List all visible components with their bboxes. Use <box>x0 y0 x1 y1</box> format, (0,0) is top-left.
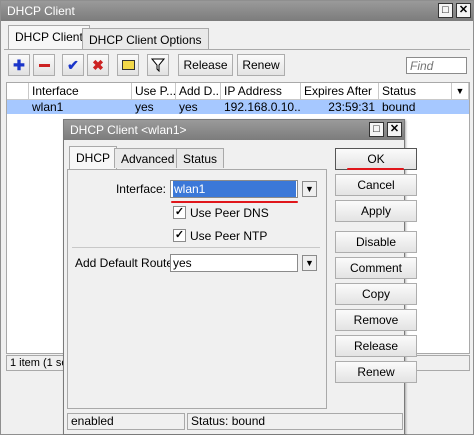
ok-button[interactable]: OK <box>335 148 417 170</box>
renew-button[interactable]: Renew <box>237 54 285 76</box>
column-header-use-peer[interactable]: Use P... <box>132 83 176 100</box>
cancel-button[interactable]: Cancel <box>335 174 417 196</box>
dhcp-client-dialog: DHCP Client <wlan1> □ ✕ DHCP Advanced St… <box>63 119 417 435</box>
window-titlebar[interactable]: DHCP Client □ ✕ <box>1 1 473 21</box>
interface-dropdown-icon[interactable]: ▼ <box>302 181 317 197</box>
annotation-underline <box>171 201 298 203</box>
ok-annotation-underline <box>347 168 404 170</box>
interface-label: Interface: <box>115 182 166 196</box>
dialog-status-bound: Status: bound <box>187 413 403 430</box>
column-header-status[interactable]: Status <box>379 83 452 100</box>
column-header-blank <box>7 83 29 100</box>
comment-button[interactable]: Comment <box>335 257 417 279</box>
tab-divider <box>4 49 470 50</box>
tab-status[interactable]: Status <box>176 148 225 168</box>
use-peer-dns-label: Use Peer DNS <box>190 206 269 220</box>
column-header-ip-address[interactable]: IP Address <box>221 83 301 100</box>
use-peer-ntp-checkbox[interactable]: ✓ <box>173 229 186 242</box>
renew-button[interactable]: Renew <box>335 361 417 383</box>
dialog-title: DHCP Client <wlan1> <box>70 123 187 137</box>
cell-ip-address: 192.168.0.10... <box>224 100 301 114</box>
interface-value: wlan1 <box>173 181 296 197</box>
divider <box>72 247 320 248</box>
status-text: Status: bound <box>191 414 266 428</box>
minus-icon <box>39 64 50 67</box>
filter-button[interactable] <box>147 54 169 76</box>
enable-button[interactable]: ✔ <box>62 54 84 76</box>
note-icon <box>122 60 135 70</box>
interface-select[interactable]: wlan1 <box>170 180 298 198</box>
table-row[interactable]: wlan1 yes yes 192.168.0.10... 23:59:31 b… <box>7 100 469 114</box>
enabled-text: enabled <box>71 414 114 428</box>
dialog-status-enabled: enabled <box>67 413 185 430</box>
disable-button[interactable]: ✖ <box>87 54 109 76</box>
add-default-route-value: yes <box>173 256 192 270</box>
add-default-route-select[interactable]: yes <box>170 254 298 272</box>
column-header-add-default[interactable]: Add D... <box>176 83 221 100</box>
cell-expires-after: 23:59:31 <box>328 100 375 114</box>
remove-button[interactable]: Remove <box>335 309 417 331</box>
use-peer-dns-checkbox[interactable]: ✓ <box>173 206 186 219</box>
remove-button[interactable] <box>33 54 55 76</box>
dialog-titlebar[interactable]: DHCP Client <wlan1> □ ✕ <box>64 120 404 140</box>
column-header-interface[interactable]: Interface <box>29 83 132 100</box>
add-default-route-label: Add Default Route: <box>75 256 177 270</box>
maximize-icon[interactable]: □ <box>438 3 453 18</box>
release-button[interactable]: Release <box>178 54 233 76</box>
column-header-expires-after[interactable]: Expires After <box>301 83 379 100</box>
filter-icon <box>150 58 166 73</box>
comment-button[interactable] <box>117 54 139 76</box>
add-button[interactable]: ✚ <box>8 54 30 76</box>
copy-button[interactable]: Copy <box>335 283 417 305</box>
disable-button[interactable]: Disable <box>335 231 417 253</box>
tab-dhcp-client-options[interactable]: DHCP Client Options <box>82 28 209 49</box>
dialog-maximize-icon[interactable]: □ <box>369 122 384 137</box>
apply-button[interactable]: Apply <box>335 200 417 222</box>
item-count-text: 1 item (1 se <box>10 357 68 369</box>
cell-add-default: yes <box>179 100 198 114</box>
release-button[interactable]: Release <box>335 335 417 357</box>
window-title: DHCP Client <box>7 4 75 18</box>
use-peer-ntp-label: Use Peer NTP <box>190 229 268 243</box>
find-input[interactable] <box>406 57 467 74</box>
column-menu-icon[interactable]: ▼ <box>452 83 469 100</box>
cell-status: bound <box>382 100 416 114</box>
close-icon[interactable]: ✕ <box>456 3 471 18</box>
tab-dhcp-client[interactable]: DHCP Client <box>8 25 90 49</box>
tab-advanced[interactable]: Advanced <box>114 148 182 168</box>
dialog-close-icon[interactable]: ✕ <box>387 122 402 137</box>
cell-interface: wlan1 <box>32 100 64 114</box>
cell-use-peer: yes <box>135 100 154 114</box>
add-default-route-dropdown-icon[interactable]: ▼ <box>302 255 317 271</box>
dhcp-tab-panel: Interface: wlan1 ▼ ✓ Use Peer DNS ✓ Use … <box>67 169 327 409</box>
tab-dhcp[interactable]: DHCP <box>69 146 118 170</box>
